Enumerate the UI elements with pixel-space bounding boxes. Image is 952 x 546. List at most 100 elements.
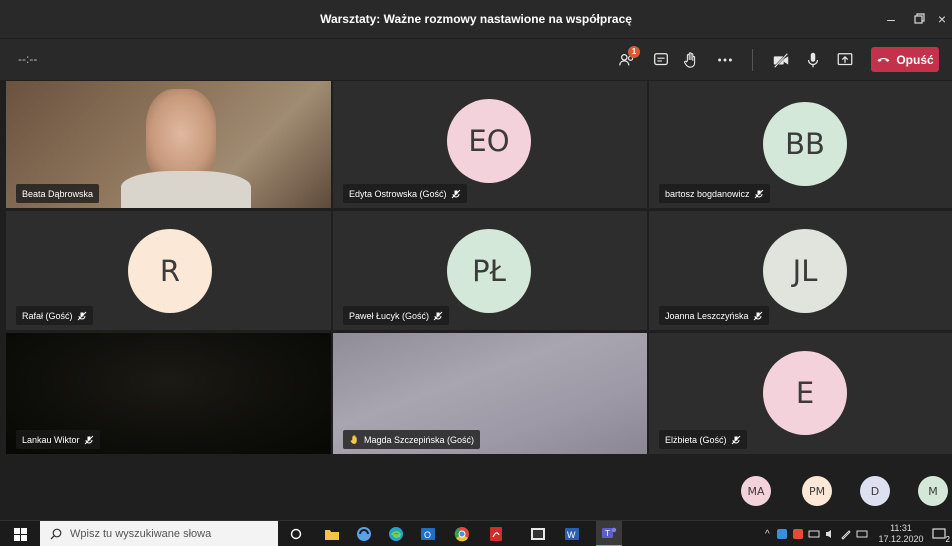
participant-name-tag: bartosz bogdanowicz — [659, 184, 770, 203]
search-icon — [50, 528, 62, 540]
cortana-button[interactable] — [286, 524, 306, 544]
windows-icon — [13, 527, 27, 541]
participant-tile-bartosz[interactable]: BB bartosz bogdanowicz — [649, 81, 952, 208]
chat-icon — [654, 53, 668, 66]
teams-icon: T — [602, 527, 617, 538]
restore-icon — [913, 13, 925, 24]
mic-toggle-button[interactable] — [800, 48, 826, 72]
overflow-participants: MA PM D M — [0, 458, 952, 520]
camera-toggle-button[interactable] — [768, 48, 794, 72]
more-icon — [718, 58, 732, 62]
hand-icon — [684, 52, 696, 68]
title-bar: Warsztaty: Ważne rozmowy nastawione na w… — [0, 0, 952, 38]
taskbar-app-teams[interactable]: T — [596, 521, 622, 546]
leave-label: Opuść — [896, 52, 934, 67]
search-placeholder: Wpisz tu wyszukiwane słowa — [70, 528, 212, 540]
microphone-icon — [807, 52, 819, 68]
taskbar-app-acrobat[interactable] — [486, 524, 506, 544]
avatar: JL — [763, 229, 847, 313]
app-tray-icon[interactable] — [776, 528, 788, 540]
participant-tile-elzbieta[interactable]: E Elżbieta (Gość) — [649, 333, 952, 454]
participant-name: Joanna Leszczyńska — [665, 310, 749, 321]
participant-name: Beata Dąbrowska — [22, 188, 94, 199]
clock-date: 17.12.2020 — [878, 534, 924, 544]
participant-name-tag: Joanna Leszczyńska — [659, 306, 769, 325]
taskbar-app-zoomit[interactable] — [528, 524, 548, 544]
leave-button[interactable]: Opuść — [871, 47, 939, 72]
share-screen-icon — [837, 53, 853, 66]
participant-tile-pawel[interactable]: PŁ Paweł Łucyk (Gość) — [333, 211, 647, 330]
participants-badge: 1 — [628, 46, 640, 58]
notification-count: 2 — [945, 535, 950, 544]
pen-icon[interactable] — [840, 528, 852, 540]
pdf-icon — [490, 527, 502, 541]
update-tray-icon[interactable] — [792, 528, 804, 540]
mic-off-icon — [84, 435, 93, 444]
maximize-button[interactable] — [904, 0, 934, 38]
cortana-icon — [290, 528, 302, 540]
overflow-avatar[interactable]: M — [918, 476, 948, 506]
teams-window: Warsztaty: Ważne rozmowy nastawione na w… — [0, 0, 952, 546]
participant-tile-beata[interactable]: Beata Dąbrowska — [6, 81, 331, 208]
keyboard-icon[interactable] — [856, 528, 868, 540]
svg-text:W: W — [567, 530, 576, 540]
clock-time: 11:31 — [890, 523, 912, 533]
camera-off-icon — [773, 52, 789, 68]
participant-tile-rafal[interactable]: R Rafał (Gość) — [6, 211, 331, 330]
close-button[interactable]: × — [932, 0, 952, 38]
taskbar-app-explorer[interactable] — [322, 524, 342, 544]
network-icon[interactable] — [808, 528, 820, 540]
overflow-avatar[interactable]: D — [860, 476, 890, 506]
mic-off-icon — [753, 311, 762, 320]
participant-name-tag: Lankau Wiktor — [16, 430, 100, 449]
participant-tile-edyta[interactable]: EO Edyta Ostrowska (Gość) — [333, 81, 647, 208]
participant-name: Edyta Ostrowska (Gość) — [349, 188, 447, 199]
raised-hand-icon — [350, 435, 357, 444]
taskbar-app-outlook[interactable]: O — [418, 524, 438, 544]
participant-tile-lankau[interactable]: Lankau Wiktor — [6, 333, 331, 454]
overflow-avatar[interactable]: MA — [741, 476, 771, 506]
hang-up-icon — [877, 58, 890, 62]
participant-name: Elżbieta (Gość) — [665, 434, 727, 445]
chat-button[interactable] — [648, 48, 674, 72]
participant-tile-joanna[interactable]: JL Joanna Leszczyńska — [649, 211, 952, 330]
outlook-icon: O — [421, 528, 435, 540]
video-feed-body — [121, 171, 251, 208]
chevron-up-icon[interactable]: ^ — [765, 529, 770, 540]
participants-button[interactable]: 1 — [614, 46, 640, 72]
avatar: BB — [763, 102, 847, 186]
zoom-tool-icon — [531, 528, 545, 540]
taskbar-app-chrome[interactable] — [452, 524, 472, 544]
participant-name-tag: Edyta Ostrowska (Gość) — [343, 184, 467, 203]
edge-icon — [389, 527, 403, 541]
notification-center-button[interactable]: 2 — [928, 524, 950, 544]
meeting-timer: --:-- — [18, 52, 38, 66]
participant-name-tag: Paweł Łucyk (Gość) — [343, 306, 450, 325]
more-actions-button[interactable] — [712, 48, 738, 72]
raise-hand-button[interactable] — [678, 48, 704, 72]
participant-name: Paweł Łucyk (Gość) — [349, 310, 430, 321]
participant-name: Lankau Wiktor — [22, 434, 80, 445]
participant-tile-magda[interactable]: Magda Szczepińska (Gość) — [333, 333, 647, 454]
taskbar-clock[interactable]: 11:31 17.12.2020 — [876, 523, 926, 545]
minimize-button[interactable]: – — [876, 0, 906, 38]
windows-taskbar: Wpisz tu wyszukiwane słowa O W T ^ 11:31… — [0, 520, 952, 546]
store-icon — [357, 527, 371, 541]
participant-name: bartosz bogdanowicz — [665, 188, 750, 199]
taskbar-app-store[interactable] — [354, 524, 374, 544]
avatar: R — [128, 229, 212, 313]
system-tray: ^ — [765, 521, 868, 546]
word-icon: W — [565, 528, 579, 540]
avatar: E — [763, 351, 847, 435]
participant-name-tag: Magda Szczepińska (Gość) — [343, 430, 481, 449]
taskbar-search[interactable]: Wpisz tu wyszukiwane słowa — [40, 521, 278, 546]
share-content-button[interactable] — [832, 48, 858, 72]
volume-icon[interactable] — [824, 528, 836, 540]
overflow-avatar[interactable]: PM — [802, 476, 832, 506]
svg-text:O: O — [424, 530, 431, 540]
taskbar-app-word[interactable]: W — [562, 524, 582, 544]
start-button[interactable] — [0, 521, 40, 546]
avatar: EO — [447, 99, 531, 183]
avatar: PŁ — [447, 229, 531, 313]
taskbar-app-edge[interactable] — [386, 524, 406, 544]
